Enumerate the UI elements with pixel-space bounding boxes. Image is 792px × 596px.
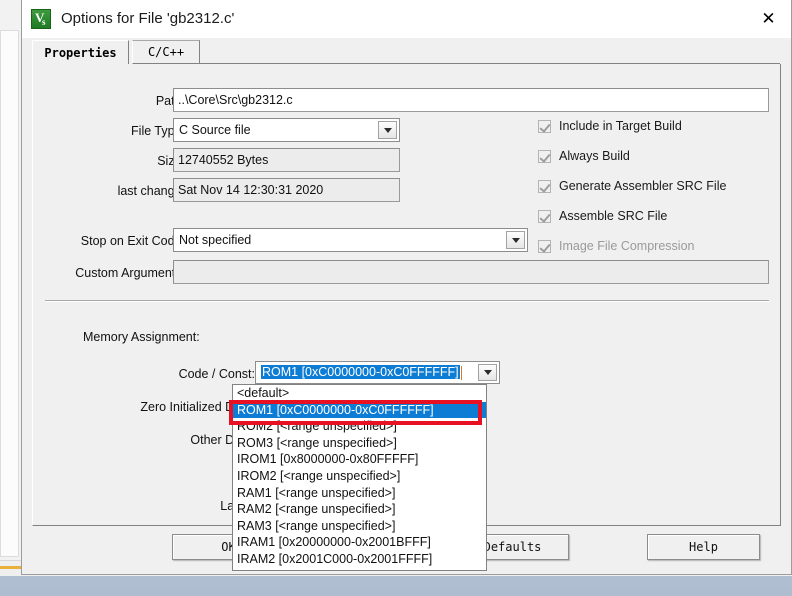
checkmark-icon [538, 209, 551, 223]
checkmark-icon [538, 239, 551, 253]
dropdown-option[interactable]: ROM3 [<range unspecified>] [233, 435, 486, 452]
dropdown-option[interactable]: IRAM2 [0x2001C000-0x2001FFFF] [233, 551, 486, 568]
dropdown-option[interactable]: RAM3 [<range unspecified>] [233, 518, 486, 535]
checkbox-label: Always Build [559, 149, 630, 163]
tab-strip: Properties C/C++ [32, 40, 781, 64]
checkbox-label: Image File Compression [559, 239, 695, 253]
stop-on-exit-code-combo[interactable]: Not specified [173, 228, 528, 252]
dialog-titlebar[interactable]: V s Options for File 'gb2312.c' ✕ [22, 0, 791, 38]
checkbox-label: Generate Assembler SRC File [559, 179, 727, 193]
stop-on-exit-code-value: Not specified [179, 233, 252, 247]
file-type-label: File Type: [131, 124, 185, 138]
size-label: Size: [157, 154, 185, 168]
last-change-field: Sat Nov 14 12:30:31 2020 [173, 178, 400, 202]
checkbox-generate-assembler-src-file[interactable]: Generate Assembler SRC File [538, 179, 726, 193]
last-change-label: last change: [117, 184, 185, 198]
dropdown-option[interactable]: IRAM1 [0x20000000-0x2001BFFF] [233, 534, 486, 551]
zero-initialized-data-label: Zero Initialized Data: [140, 400, 255, 414]
checkbox-image-file-compression: Image File Compression [538, 239, 694, 253]
help-button[interactable]: Help [647, 534, 760, 560]
chevron-down-icon[interactable] [378, 121, 397, 139]
chevron-down-icon[interactable] [478, 364, 497, 381]
checkmark-icon [538, 119, 551, 133]
checkmark-icon [538, 179, 551, 193]
checkbox-always-build[interactable]: Always Build [538, 149, 630, 163]
custom-arguments-field[interactable] [173, 260, 769, 284]
code-const-label: Code / Const: [178, 367, 255, 381]
path-label: Path: [155, 94, 185, 108]
tab-c-cpp[interactable]: C/C++ [132, 40, 200, 64]
annotation-red-rectangle [229, 400, 482, 425]
checkbox-label: Include in Target Build [559, 119, 682, 133]
custom-arguments-label: Custom Arguments: [75, 266, 185, 280]
file-type-combo[interactable]: C Source file [173, 118, 400, 142]
background-window-accent-bar [0, 566, 22, 569]
background-window-left-edge[interactable] [0, 0, 22, 575]
checkbox-include-in-target-build[interactable]: Include in Target Build [538, 119, 682, 133]
background-window-client [0, 30, 19, 557]
memory-assignment-group-label: Memory Assignment: [83, 330, 200, 344]
logo-letter-s: s [42, 16, 46, 27]
checkmark-icon [538, 149, 551, 163]
dropdown-option[interactable]: RAM2 [<range unspecified>] [233, 501, 486, 518]
code-const-combo[interactable]: ROM1 [0xC0000000-0xC0FFFFFF] [255, 361, 500, 384]
stop-on-exit-code-label: Stop on Exit Code: [80, 234, 185, 248]
size-field: 12740552 Bytes [173, 148, 400, 172]
code-const-combo-value: ROM1 [0xC0000000-0xC0FFFFFF] [256, 365, 478, 380]
dropdown-option[interactable]: IROM2 [<range unspecified>] [233, 468, 486, 485]
close-icon[interactable]: ✕ [746, 0, 791, 38]
tab-properties[interactable]: Properties [32, 40, 129, 64]
dropdown-option[interactable]: IROM1 [0x8000000-0x80FFFFF] [233, 451, 486, 468]
checkbox-label: Assemble SRC File [559, 209, 668, 223]
uvision-logo-icon: V s [31, 8, 51, 29]
dropdown-option[interactable]: RAM1 [<range unspecified>] [233, 485, 486, 502]
checkbox-assemble-src-file[interactable]: Assemble SRC File [538, 209, 667, 223]
path-field[interactable]: ..\Core\Src\gb2312.c [173, 88, 769, 112]
section-divider [45, 300, 769, 302]
file-type-combo-value: C Source file [179, 123, 251, 137]
chevron-down-icon[interactable] [506, 231, 525, 249]
dialog-title: Options for File 'gb2312.c' [61, 10, 235, 27]
